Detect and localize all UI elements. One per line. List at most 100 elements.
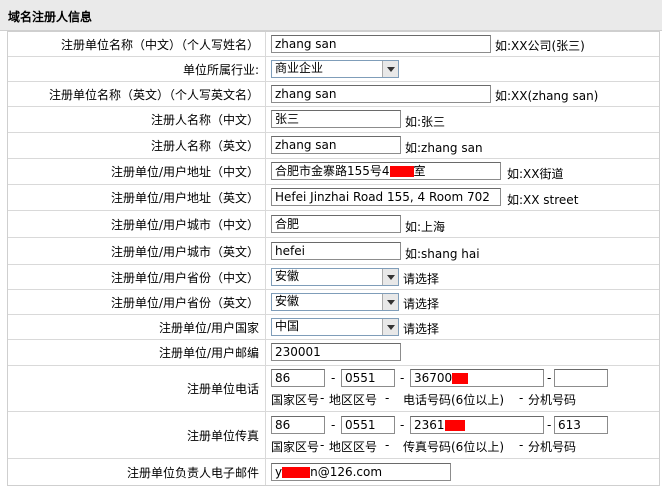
redaction-mark	[389, 166, 414, 177]
fax-sub-country: 国家区号	[271, 440, 320, 454]
prov-en-hint: 请选择	[403, 297, 440, 311]
row-org-en: 注册单位名称（英文）（个人写英文名） zhang san 如:XX(zhang …	[8, 82, 659, 107]
addr-en-input[interactable]: Hefei Jinzhai Road 155, 4 Room 702	[271, 188, 501, 206]
phone-ext-input[interactable]	[554, 369, 608, 387]
row-phone: 注册单位电话 86 - 0551 - 36700 - 国家区号 - 地区区号 -…	[8, 366, 659, 412]
country-select-value: 中国	[275, 319, 300, 333]
label-prov-en: 注册单位/用户省份（英文）	[8, 290, 266, 314]
fax-dash-2: -	[400, 418, 405, 432]
fax-sub-ext: 分机号码	[528, 440, 577, 454]
org-cn-input[interactable]: zhang san	[271, 35, 491, 53]
row-name-cn: 注册人名称（中文） 张三 如:张三	[8, 107, 659, 133]
phone-sub-dash-3: -	[519, 391, 524, 405]
prov-en-select-value: 安徽	[275, 294, 300, 308]
country-hint: 请选择	[403, 322, 440, 336]
fax-sub-dash-3: -	[519, 438, 524, 452]
fax-country-code-input[interactable]: 86	[271, 416, 325, 434]
fax-ext-input[interactable]: 613	[554, 416, 608, 434]
label-fax: 注册单位传真	[8, 412, 266, 458]
phone-sub-dash-1: -	[320, 391, 325, 405]
prov-cn-hint: 请选择	[403, 272, 440, 286]
label-name-cn: 注册人名称（中文）	[8, 107, 266, 132]
phone-sub-number: 电话号码(6位以上)	[403, 393, 504, 407]
phone-sub-country: 国家区号	[271, 393, 320, 407]
phone-country-code-input[interactable]: 86	[271, 369, 325, 387]
addr-cn-value-end: 室	[413, 164, 426, 178]
redaction-mark	[444, 420, 465, 431]
label-phone: 注册单位电话	[8, 366, 266, 411]
registrant-form: 域名注册人信息 注册单位名称（中文）（个人写姓名） zhang san 如:XX…	[0, 0, 662, 486]
phone-number-input[interactable]: 36700	[410, 369, 544, 387]
phone-dash-1: -	[331, 371, 336, 385]
country-select[interactable]: 中国	[271, 318, 399, 336]
addr-cn-value-start: 合肥市金寨路155号4	[275, 164, 390, 178]
chevron-down-icon	[382, 269, 398, 285]
row-industry: 单位所属行业: 商业企业	[8, 57, 659, 82]
fax-area-code-input[interactable]: 0551	[341, 416, 395, 434]
phone-area-code-input[interactable]: 0551	[341, 369, 395, 387]
name-en-hint: 如:zhang san	[405, 141, 483, 155]
prov-cn-select[interactable]: 安徽	[271, 268, 399, 286]
phone-dash-3: -	[547, 371, 552, 385]
prov-en-select[interactable]: 安徽	[271, 293, 399, 311]
name-en-input[interactable]: zhang san	[271, 136, 401, 154]
name-cn-hint: 如:张三	[405, 115, 446, 129]
label-country: 注册单位/用户国家	[8, 315, 266, 339]
addr-cn-hint: 如:XX街道	[507, 167, 564, 181]
org-en-input[interactable]: zhang san	[271, 85, 491, 103]
label-city-cn: 注册单位/用户城市（中文）	[8, 211, 266, 237]
name-cn-input[interactable]: 张三	[271, 110, 401, 128]
phone-number-value: 36700	[414, 371, 453, 385]
phone-dash-2: -	[400, 371, 405, 385]
chevron-down-icon	[382, 319, 398, 335]
city-cn-hint: 如:上海	[405, 220, 446, 234]
email-value-end: n@126.com	[310, 465, 383, 479]
chevron-down-icon	[382, 61, 398, 77]
section-title: 域名注册人信息	[8, 10, 93, 24]
phone-sub-area: 地区区号	[329, 393, 378, 407]
label-city-en: 注册单位/用户城市（英文）	[8, 238, 266, 264]
fax-number-value: 2361	[414, 418, 445, 432]
label-postcode: 注册单位/用户邮编	[8, 340, 266, 365]
fax-sub-dash-2: -	[385, 438, 390, 452]
label-name-en: 注册人名称（英文）	[8, 133, 266, 158]
row-email: 注册单位负责人电子邮件 y n@126.com	[8, 459, 659, 485]
form-table: 注册单位名称（中文）（个人写姓名） zhang san 如:XX公司(张三) 单…	[7, 31, 660, 486]
city-en-input[interactable]: hefei	[271, 242, 401, 260]
redaction-mark	[282, 467, 311, 478]
label-prov-cn: 注册单位/用户省份（中文）	[8, 265, 266, 289]
addr-en-hint: 如:XX street	[507, 193, 579, 207]
row-postcode: 注册单位/用户邮编 230001	[8, 340, 659, 366]
chevron-down-icon	[382, 294, 398, 310]
label-addr-cn: 注册单位/用户地址（中文）	[8, 159, 266, 184]
row-country: 注册单位/用户国家 中国 请选择	[8, 315, 659, 340]
industry-select[interactable]: 商业企业	[271, 60, 399, 78]
fax-number-input[interactable]: 2361	[410, 416, 544, 434]
row-addr-en: 注册单位/用户地址（英文） Hefei Jinzhai Road 155, 4 …	[8, 185, 659, 211]
section-header: 域名注册人信息	[0, 0, 662, 31]
phone-sub-ext: 分机号码	[528, 393, 577, 407]
email-input[interactable]: y n@126.com	[271, 463, 451, 481]
row-city-en: 注册单位/用户城市（英文） hefei 如:shang hai	[8, 238, 659, 265]
label-org-en: 注册单位名称（英文）（个人写英文名）	[8, 82, 266, 106]
label-addr-en: 注册单位/用户地址（英文）	[8, 185, 266, 210]
fax-dash-1: -	[331, 418, 336, 432]
row-fax: 注册单位传真 86 - 0551 - 2361 - 613 国家区号 - 地区区…	[8, 412, 659, 459]
industry-select-value: 商业企业	[275, 61, 324, 75]
redaction-mark	[452, 373, 469, 384]
fax-sub-area: 地区区号	[329, 440, 378, 454]
row-addr-cn: 注册单位/用户地址（中文） 合肥市金寨路155号4 室 如:XX街道	[8, 159, 659, 185]
row-prov-en: 注册单位/用户省份（英文） 安徽 请选择	[8, 290, 659, 315]
city-cn-input[interactable]: 合肥	[271, 215, 401, 233]
email-value-start: y	[275, 465, 283, 479]
label-email: 注册单位负责人电子邮件	[8, 459, 266, 485]
city-en-hint: 如:shang hai	[405, 247, 480, 261]
fax-sub-dash-1: -	[320, 438, 325, 452]
fax-sub-number: 传真号码(6位以上)	[403, 440, 504, 454]
addr-cn-input[interactable]: 合肥市金寨路155号4 室	[271, 162, 501, 180]
postcode-input[interactable]: 230001	[271, 343, 401, 361]
fax-dash-3: -	[547, 418, 552, 432]
phone-sub-dash-2: -	[385, 391, 390, 405]
row-prov-cn: 注册单位/用户省份（中文） 安徽 请选择	[8, 265, 659, 290]
org-cn-hint: 如:XX公司(张三)	[495, 39, 585, 53]
